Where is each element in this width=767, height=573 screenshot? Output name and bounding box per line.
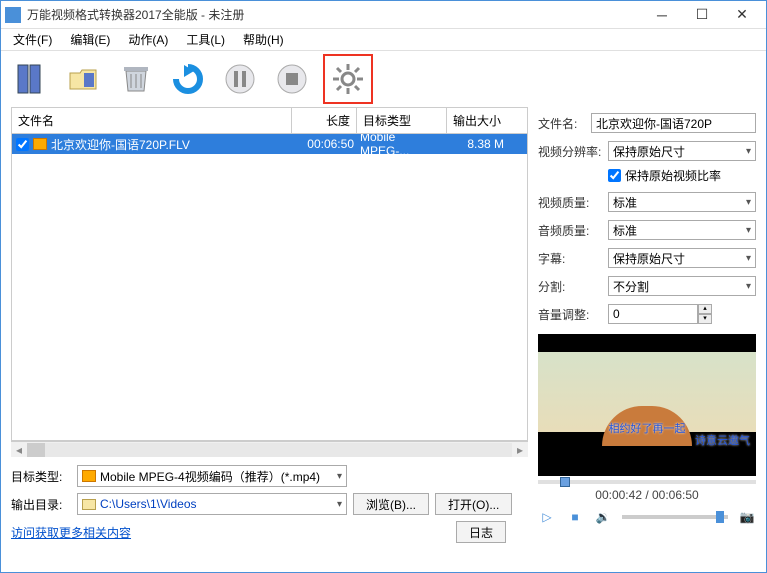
target-type-select[interactable]: Mobile MPEG-4视频编码（推荐）(*.mp4) [77, 465, 347, 487]
keep-ratio-label: 保持原始视频比率 [625, 167, 721, 184]
toolbar [1, 51, 766, 107]
video-preview[interactable]: 相约好了再一起 诗意云遨气 [538, 334, 756, 476]
snapshot-icon[interactable]: 📷 [738, 508, 756, 526]
mute-icon[interactable]: 🔉 [594, 508, 612, 526]
keep-ratio-checkbox[interactable] [608, 169, 621, 182]
preview-subtitle-2: 诗意云遨气 [695, 432, 750, 448]
videores-label: 视频分辨率: [538, 143, 608, 160]
vq-label: 视频质量: [538, 194, 608, 211]
target-label: 目标类型: [11, 468, 71, 485]
video-file-icon [33, 138, 47, 150]
log-button[interactable]: 日志 [456, 521, 506, 543]
row-filename: 北京欢迎你-国语720P.FLV [51, 136, 190, 153]
settings-button[interactable] [327, 58, 369, 100]
output-dir-select[interactable]: C:\Users\1\Videos [77, 493, 347, 515]
volume-slider[interactable] [622, 515, 728, 519]
file-list: 文件名 长度 目标类型 输出大小 北京欢迎你-国语720P.FLV 00:06:… [11, 107, 528, 441]
row-size: 8.38 M [444, 137, 504, 151]
folder-icon [82, 499, 96, 510]
time-display: 00:00:42 / 00:06:50 [538, 488, 756, 502]
delete-button[interactable] [115, 58, 157, 100]
vq-select[interactable]: 标准 [608, 192, 756, 212]
target-icon [82, 470, 96, 482]
properties-panel: 文件名: 视频分辨率: 保持原始尺寸 保持原始视频比率 视频质量: 标准 音频质… [528, 107, 766, 457]
list-row[interactable]: 北京欢迎你-国语720P.FLV 00:06:50 Mobile MPEG-..… [12, 134, 527, 154]
horizontal-scrollbar[interactable]: ◂ ▸ [11, 441, 528, 457]
split-select[interactable]: 不分割 [608, 276, 756, 296]
stop-preview-icon[interactable]: ■ [566, 508, 584, 526]
pause-button[interactable] [219, 58, 261, 100]
menu-tools[interactable]: 工具(L) [180, 29, 231, 50]
row-checkbox[interactable] [16, 138, 29, 151]
close-button[interactable]: ✕ [722, 2, 762, 28]
vol-label: 音量调整: [538, 306, 608, 323]
col-size[interactable]: 输出大小 [447, 108, 507, 133]
convert-button[interactable] [167, 58, 209, 100]
col-length[interactable]: 长度 [292, 108, 357, 133]
filename-input[interactable] [591, 113, 756, 133]
output-label: 输出目录: [11, 496, 71, 513]
row-length: 00:06:50 [289, 137, 354, 151]
aq-label: 音频质量: [538, 222, 608, 239]
filename-label: 文件名: [538, 115, 591, 132]
menu-edit[interactable]: 编辑(E) [64, 29, 116, 50]
split-label: 分割: [538, 278, 608, 295]
vol-input[interactable] [608, 304, 698, 324]
add-folder-button[interactable] [63, 58, 105, 100]
list-header: 文件名 长度 目标类型 输出大小 [12, 108, 527, 134]
menu-bar: 文件(F) 编辑(E) 动作(A) 工具(L) 帮助(H) [1, 29, 766, 51]
maximize-button[interactable]: ☐ [682, 2, 722, 28]
play-icon[interactable]: ▷ [538, 508, 556, 526]
seek-bar[interactable] [538, 480, 756, 484]
sub-select[interactable]: 保持原始尺寸 [608, 248, 756, 268]
open-button[interactable]: 打开(O)... [435, 493, 512, 515]
app-icon [5, 7, 21, 23]
col-type[interactable]: 目标类型 [357, 108, 447, 133]
sub-label: 字幕: [538, 250, 608, 267]
menu-file[interactable]: 文件(F) [7, 29, 58, 50]
vol-up[interactable]: ▴ [698, 304, 712, 314]
settings-highlight [323, 54, 373, 104]
aq-select[interactable]: 标准 [608, 220, 756, 240]
minimize-button[interactable]: ─ [642, 2, 682, 28]
vol-down[interactable]: ▾ [698, 314, 712, 324]
row-type: Mobile MPEG-... [354, 134, 444, 158]
add-file-button[interactable] [11, 58, 53, 100]
videores-select[interactable]: 保持原始尺寸 [608, 141, 756, 161]
title-bar: 万能视频格式转换器2017全能版 - 未注册 ─ ☐ ✕ [1, 1, 766, 29]
window-title: 万能视频格式转换器2017全能版 - 未注册 [27, 6, 642, 23]
browse-button[interactable]: 浏览(B)... [353, 493, 429, 515]
menu-action[interactable]: 动作(A) [122, 29, 174, 50]
more-link[interactable]: 访问获取更多相关内容 [11, 524, 131, 541]
col-filename[interactable]: 文件名 [12, 108, 292, 133]
stop-button[interactable] [271, 58, 313, 100]
menu-help[interactable]: 帮助(H) [237, 29, 290, 50]
